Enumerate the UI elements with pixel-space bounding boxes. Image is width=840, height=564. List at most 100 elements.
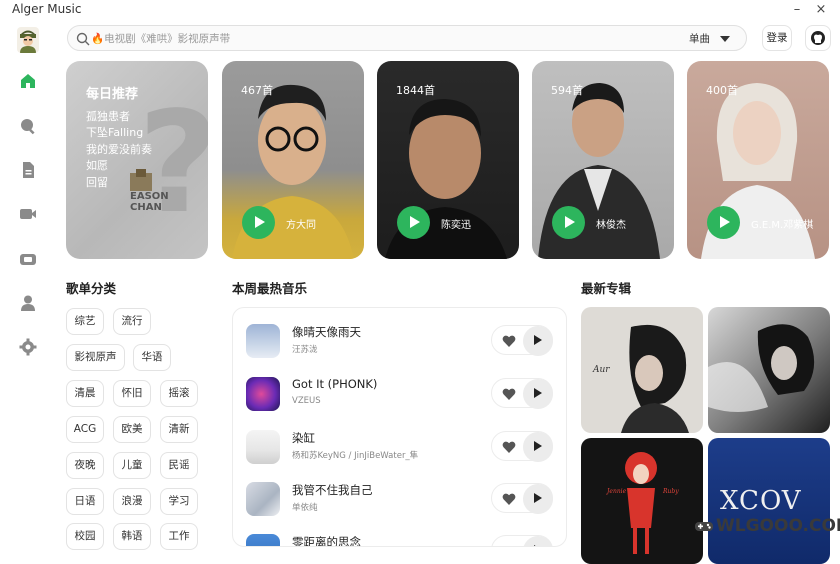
album-cover[interactable]: Jennie Ruby <box>581 438 703 564</box>
category-tag[interactable]: 日语 <box>66 488 104 515</box>
category-tag[interactable]: 浪漫 <box>113 488 151 515</box>
home-icon[interactable] <box>19 72 37 90</box>
close-button[interactable]: × <box>813 2 829 18</box>
category-tag[interactable]: 夜晚 <box>66 452 104 479</box>
play-button[interactable] <box>523 484 553 514</box>
play-icon <box>565 216 575 228</box>
search-type-label: 单曲 <box>689 33 710 45</box>
play-icon <box>534 335 542 345</box>
category-tag[interactable]: 儿童 <box>113 452 151 479</box>
play-icon <box>720 216 730 228</box>
album-art <box>708 324 815 412</box>
song-row[interactable]: 我管不住我自己 单依纯 <box>233 480 566 532</box>
category-tag[interactable]: 华语 <box>133 344 171 371</box>
document-icon[interactable] <box>19 161 37 179</box>
category-tag[interactable]: 清晨 <box>66 380 104 407</box>
artist-card[interactable]: 1844首 陈奕迅 <box>377 61 519 259</box>
hot-music-title: 本周最热音乐 <box>232 281 308 296</box>
song-cover <box>246 377 280 411</box>
heart-icon[interactable] <box>502 387 516 401</box>
album-cover[interactable] <box>708 307 830 433</box>
category-tag[interactable]: 欧美 <box>113 416 151 443</box>
play-button[interactable] <box>523 379 553 409</box>
search-icon[interactable] <box>19 117 37 135</box>
daily-cover-text: EASON CHAN <box>130 191 169 213</box>
github-icon <box>811 31 825 45</box>
song-row[interactable]: Got It (PHONK) VZEUS <box>233 375 566 427</box>
category-tag[interactable]: 怀旧 <box>113 380 151 407</box>
video-icon[interactable] <box>19 205 37 223</box>
song-name: 像晴天像雨天 <box>292 325 361 339</box>
artist-song-count: 400首 <box>706 84 738 97</box>
play-button[interactable] <box>523 326 553 356</box>
github-button[interactable] <box>805 25 831 51</box>
user-icon[interactable] <box>19 294 37 312</box>
play-icon <box>534 545 542 546</box>
play-button[interactable] <box>707 206 740 239</box>
search-type-select[interactable]: 单曲 <box>689 31 730 46</box>
artist-card[interactable]: 400首 G.E.M.邓紫棋 <box>687 61 829 259</box>
gamepad-icon <box>695 522 713 531</box>
song-row[interactable]: 零距离的思念 <box>233 532 566 546</box>
categories-title: 歌单分类 <box>66 281 117 296</box>
category-tag[interactable]: 流行 <box>113 308 151 335</box>
song-name: Got It (PHONK) <box>292 377 378 391</box>
song-name: 染缸 <box>292 431 315 445</box>
song-row[interactable]: 染缸 杨和苏KeyNG / JinJiBeWater_隼 <box>233 428 566 480</box>
song-actions <box>491 431 553 462</box>
heart-icon[interactable] <box>502 334 516 348</box>
minimize-button[interactable]: – <box>789 2 805 18</box>
artist-name: 陈奕迅 <box>441 220 471 231</box>
song-actions <box>491 535 553 546</box>
category-tag[interactable]: 综艺 <box>66 308 104 335</box>
daily-recommend-card[interactable]: ? EASON CHAN 每日推荐 孤独患者 下坠Falling 我的爱没前奏 … <box>66 61 208 259</box>
heart-icon[interactable] <box>502 492 516 506</box>
album-title: Aur <box>593 365 610 375</box>
song-artist[interactable]: 单依纯 <box>292 501 318 513</box>
play-button[interactable] <box>552 206 585 239</box>
artist-name: G.E.M.邓紫棋 <box>751 220 814 231</box>
category-tag[interactable]: 校园 <box>66 523 104 550</box>
song-cover <box>246 534 280 546</box>
heart-icon[interactable] <box>502 440 516 454</box>
song-artist[interactable]: 杨和苏KeyNG / JinJiBeWater_隼 <box>292 449 418 461</box>
daily-song[interactable]: 我的爱没前奏 <box>86 142 152 158</box>
chevron-down-icon <box>720 35 730 42</box>
radio-icon[interactable] <box>19 250 37 268</box>
play-button[interactable] <box>397 206 430 239</box>
category-tag[interactable]: 影视原声 <box>66 344 125 371</box>
song-artist[interactable]: 汪苏泷 <box>292 343 318 355</box>
category-tag[interactable]: ACG <box>66 416 104 443</box>
play-icon <box>534 493 542 503</box>
song-artist[interactable]: VZEUS <box>292 396 321 406</box>
category-tag[interactable]: 韩语 <box>113 523 151 550</box>
category-tag[interactable]: 摇滚 <box>160 380 198 407</box>
avatar[interactable] <box>17 27 39 53</box>
artist-card[interactable]: 467首 方大同 <box>222 61 364 259</box>
daily-song[interactable]: 回留 <box>86 175 152 191</box>
play-button[interactable] <box>523 432 553 462</box>
song-row[interactable]: 像晴天像雨天 汪苏泷 <box>233 322 566 374</box>
play-icon <box>534 388 542 398</box>
login-button[interactable]: 登录 <box>762 25 792 51</box>
play-button[interactable] <box>523 536 553 546</box>
album-cover[interactable]: XCOV <box>708 438 830 564</box>
daily-song[interactable]: 孤独患者 <box>86 109 152 125</box>
search-bar[interactable]: 🔥电视剧《难哄》影视原声带 单曲 <box>67 25 747 51</box>
artist-song-count: 1844首 <box>396 84 435 97</box>
category-tag[interactable]: 工作 <box>160 523 198 550</box>
category-tag[interactable]: 清新 <box>160 416 198 443</box>
category-tag[interactable]: 学习 <box>160 488 198 515</box>
artist-card[interactable]: 594首 林俊杰 <box>532 61 674 259</box>
sidebar <box>0 20 56 543</box>
settings-icon[interactable] <box>19 338 37 356</box>
daily-song[interactable]: 下坠Falling <box>86 125 152 141</box>
song-actions <box>491 378 553 409</box>
search-placeholder[interactable]: 🔥电视剧《难哄》影视原声带 <box>91 31 230 46</box>
album-cover[interactable]: Aur <box>581 307 703 433</box>
artist-song-count: 467首 <box>241 84 273 97</box>
app-title: Alger Music <box>12 2 82 16</box>
daily-song[interactable]: 如愿 <box>86 158 152 174</box>
category-tag[interactable]: 民谣 <box>160 452 198 479</box>
play-button[interactable] <box>242 206 275 239</box>
